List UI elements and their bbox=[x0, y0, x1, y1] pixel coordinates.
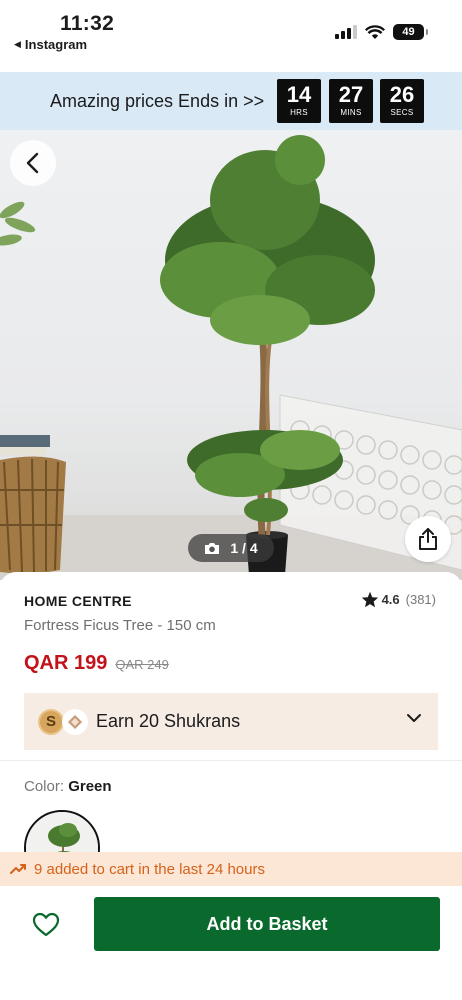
original-price: QAR 249 bbox=[115, 657, 169, 672]
camera-icon bbox=[205, 542, 220, 554]
shukran-text: Earn 20 Shukrans bbox=[96, 711, 241, 731]
cart-activity-text: 9 added to cart in the last 24 hours bbox=[34, 860, 265, 878]
current-price: QAR 199 bbox=[24, 652, 108, 674]
image-counter: 1 / 4 bbox=[188, 534, 274, 562]
timer-hours: 14 HRS bbox=[277, 79, 321, 123]
color-label: Color: bbox=[24, 778, 65, 795]
heart-icon bbox=[32, 912, 60, 936]
color-selector-label: Color: Green bbox=[24, 778, 112, 795]
bottom-action-bar: Add to Basket bbox=[0, 886, 462, 1000]
product-name: Fortress Ficus Tree - 150 cm bbox=[24, 617, 216, 634]
star-icon bbox=[361, 591, 378, 608]
timer-seconds-value: 26 bbox=[389, 82, 415, 107]
trending-up-icon bbox=[10, 864, 26, 874]
selected-color: Green bbox=[68, 778, 112, 795]
share-button[interactable] bbox=[405, 516, 451, 562]
timer-seconds-unit: SECS bbox=[390, 108, 414, 117]
wifi-icon bbox=[365, 24, 385, 39]
rating-value: 4.6 bbox=[381, 592, 400, 607]
product-photo bbox=[0, 135, 462, 580]
battery-icon: 49 bbox=[393, 24, 428, 40]
timer-hours-value: 14 bbox=[286, 82, 312, 107]
status-bar: 11:32 ◀ Instagram 49 bbox=[0, 0, 462, 72]
wishlist-button[interactable] bbox=[30, 908, 62, 940]
promo-text: Amazing prices Ends in >> bbox=[50, 90, 265, 111]
timer-minutes-unit: MINS bbox=[340, 108, 362, 117]
status-time: 11:32 bbox=[60, 12, 115, 35]
wicker-stool bbox=[0, 435, 66, 574]
timer-seconds: 26 SECS bbox=[380, 79, 424, 123]
shukran-rewards-dropdown[interactable]: S Earn 20 Shukrans bbox=[24, 693, 438, 750]
back-triangle-icon: ◀ bbox=[14, 39, 21, 49]
back-app-label: Instagram bbox=[24, 37, 88, 52]
timer-minutes-value: 27 bbox=[338, 82, 364, 107]
image-counter-text: 1 / 4 bbox=[230, 540, 258, 556]
status-indicators: 49 bbox=[335, 24, 428, 40]
chevron-left-icon bbox=[26, 152, 39, 174]
shukran-diamond-icon bbox=[62, 708, 88, 735]
timer-minutes: 27 MINS bbox=[329, 79, 373, 123]
brand-name[interactable]: HOME CENTRE bbox=[24, 593, 132, 609]
back-to-app-link[interactable]: ◀ Instagram bbox=[14, 37, 87, 52]
add-to-basket-button[interactable]: Add to Basket bbox=[94, 897, 440, 951]
review-count: (381) bbox=[405, 592, 436, 607]
promo-countdown-banner[interactable]: Amazing prices Ends in >> 14 HRS 27 MINS… bbox=[0, 72, 462, 130]
timer-hours-unit: HRS bbox=[290, 108, 308, 117]
chevron-down-icon bbox=[407, 714, 421, 722]
product-details-card: HOME CENTRE 4.6 (381) Fortress Ficus Tre… bbox=[0, 572, 462, 1000]
price-row: QAR 199 QAR 249 bbox=[24, 652, 169, 675]
shukran-coin-icon: S bbox=[38, 708, 64, 735]
product-image-gallery[interactable] bbox=[0, 130, 462, 580]
back-button[interactable] bbox=[10, 140, 56, 186]
section-divider bbox=[0, 760, 462, 761]
product-rating[interactable]: 4.6 (381) bbox=[361, 591, 436, 608]
cellular-signal-icon bbox=[335, 25, 357, 39]
cart-activity-notice: 9 added to cart in the last 24 hours bbox=[0, 852, 462, 886]
share-icon bbox=[419, 528, 437, 550]
